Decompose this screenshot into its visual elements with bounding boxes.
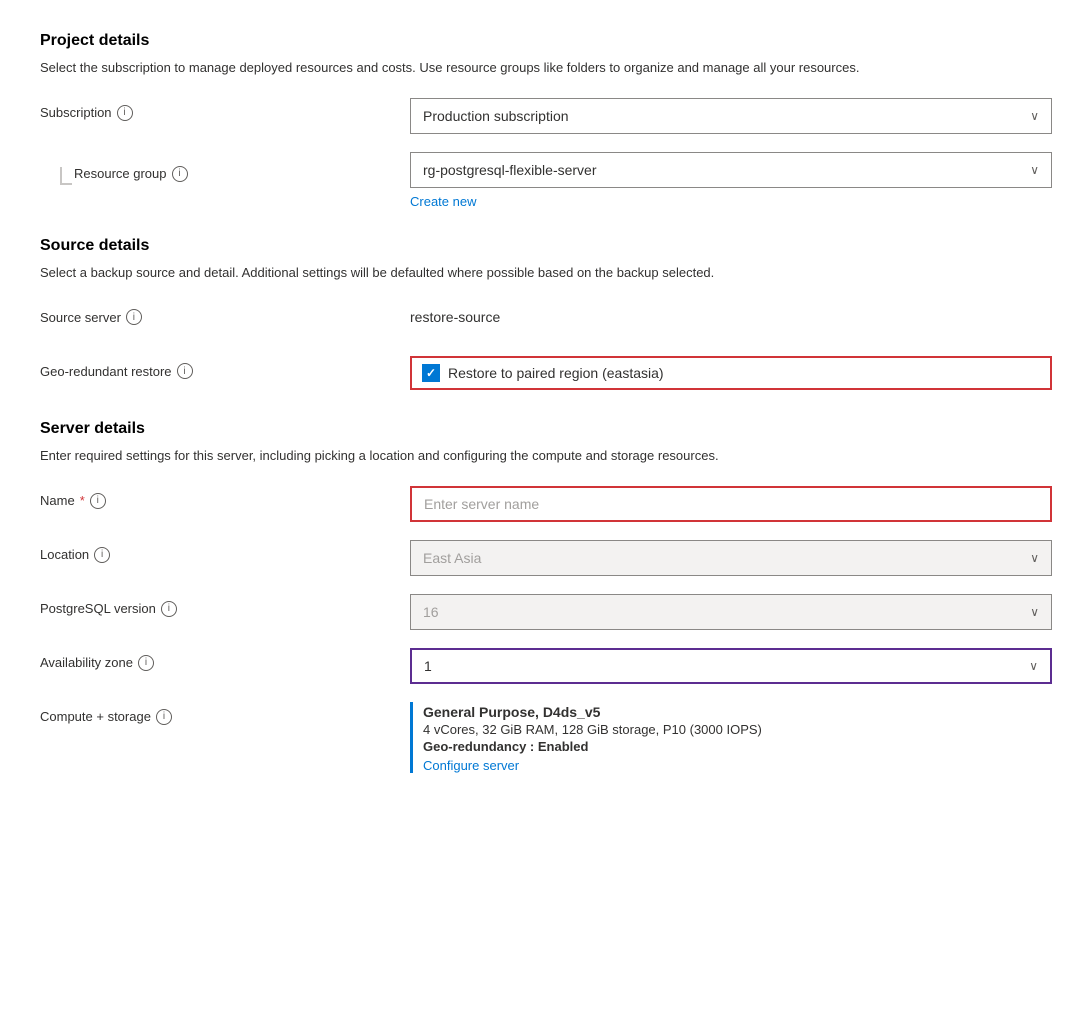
subscription-chevron-icon: ∨ (1030, 109, 1039, 123)
source-server-info-icon[interactable]: i (126, 309, 142, 325)
location-info-icon[interactable]: i (94, 547, 110, 563)
resource-group-label-container: Resource group i (40, 152, 410, 185)
required-indicator: * (80, 493, 85, 508)
compute-storage-info-icon[interactable]: i (156, 709, 172, 725)
postgresql-version-info-icon[interactable]: i (161, 601, 177, 617)
name-label: Name * i (40, 486, 410, 509)
geo-redundant-checkbox[interactable]: ✓ (422, 364, 440, 382)
source-server-label: Source server i (40, 302, 410, 325)
resource-group-value: rg-postgresql-flexible-server (423, 162, 597, 178)
source-details-section: Source details Select a backup source an… (40, 237, 1052, 393)
source-server-row: Source server i restore-source (40, 302, 1052, 338)
postgresql-version-chevron-icon: ∨ (1030, 605, 1039, 619)
geo-redundant-label: Geo-redundant restore i (40, 356, 410, 379)
tree-connector (60, 167, 62, 185)
resource-group-info-icon[interactable]: i (172, 166, 188, 182)
source-details-title: Source details (40, 237, 1052, 255)
postgresql-version-label: PostgreSQL version i (40, 594, 410, 617)
availability-zone-info-icon[interactable]: i (138, 655, 154, 671)
postgresql-version-row: PostgreSQL version i 16 ∨ (40, 594, 1052, 630)
availability-zone-value: 1 (424, 658, 432, 674)
subscription-value: Production subscription (423, 108, 569, 124)
geo-redundant-control: ✓ Restore to paired region (eastasia) (410, 356, 1052, 390)
server-details-description: Enter required settings for this server,… (40, 446, 1052, 466)
geo-redundant-checkbox-label: Restore to paired region (eastasia) (448, 365, 664, 381)
compute-storage-label: Compute + storage i (40, 702, 410, 725)
project-details-title: Project details (40, 32, 1052, 50)
source-server-value: restore-source (410, 302, 1052, 325)
resource-group-row: Resource group i rg-postgresql-flexible-… (40, 152, 1052, 209)
create-new-link[interactable]: Create new (410, 194, 476, 209)
geo-redundant-checkbox-container[interactable]: ✓ Restore to paired region (eastasia) (410, 356, 1052, 390)
availability-zone-label: Availability zone i (40, 648, 410, 671)
name-info-icon[interactable]: i (90, 493, 106, 509)
availability-zone-dropdown[interactable]: 1 ∨ (410, 648, 1052, 684)
subscription-control: Production subscription ∨ (410, 98, 1052, 134)
checkbox-check-icon: ✓ (426, 366, 436, 380)
compute-storage-title: General Purpose, D4ds_v5 (423, 704, 1052, 720)
server-name-input[interactable] (410, 486, 1052, 522)
server-details-title: Server details (40, 420, 1052, 438)
source-details-description: Select a backup source and detail. Addit… (40, 263, 1052, 283)
compute-storage-detail: 4 vCores, 32 GiB RAM, 128 GiB storage, P… (423, 722, 1052, 737)
location-dropdown[interactable]: East Asia ∨ (410, 540, 1052, 576)
resource-group-chevron-icon: ∨ (1030, 163, 1039, 177)
subscription-info-icon[interactable]: i (117, 105, 133, 121)
resource-group-control: rg-postgresql-flexible-server ∨ Create n… (410, 152, 1052, 209)
geo-redundancy-label: Geo-redundancy : Enabled (423, 739, 1052, 754)
configure-server-link[interactable]: Configure server (423, 758, 519, 773)
location-control: East Asia ∨ (410, 540, 1052, 576)
project-details-section: Project details Select the subscription … (40, 32, 1052, 209)
subscription-row: Subscription i Production subscription ∨ (40, 98, 1052, 134)
project-details-description: Select the subscription to manage deploy… (40, 58, 1052, 78)
subscription-label: Subscription i (40, 98, 410, 121)
location-value: East Asia (423, 550, 481, 566)
server-details-section: Server details Enter required settings f… (40, 420, 1052, 773)
resource-group-label: Resource group (74, 166, 167, 181)
compute-storage-control: General Purpose, D4ds_v5 4 vCores, 32 Gi… (410, 702, 1052, 773)
name-row: Name * i (40, 486, 1052, 522)
subscription-dropdown[interactable]: Production subscription ∨ (410, 98, 1052, 134)
postgresql-version-dropdown[interactable]: 16 ∨ (410, 594, 1052, 630)
compute-storage-row: Compute + storage i General Purpose, D4d… (40, 702, 1052, 773)
availability-zone-chevron-icon: ∨ (1029, 659, 1038, 673)
postgresql-version-control: 16 ∨ (410, 594, 1052, 630)
location-chevron-icon: ∨ (1030, 551, 1039, 565)
geo-redundant-info-icon[interactable]: i (177, 363, 193, 379)
name-control (410, 486, 1052, 522)
geo-redundant-row: Geo-redundant restore i ✓ Restore to pai… (40, 356, 1052, 392)
location-row: Location i East Asia ∨ (40, 540, 1052, 576)
location-label: Location i (40, 540, 410, 563)
postgresql-version-value: 16 (423, 604, 439, 620)
availability-zone-control: 1 ∨ (410, 648, 1052, 684)
availability-zone-row: Availability zone i 1 ∨ (40, 648, 1052, 684)
resource-group-dropdown[interactable]: rg-postgresql-flexible-server ∨ (410, 152, 1052, 188)
